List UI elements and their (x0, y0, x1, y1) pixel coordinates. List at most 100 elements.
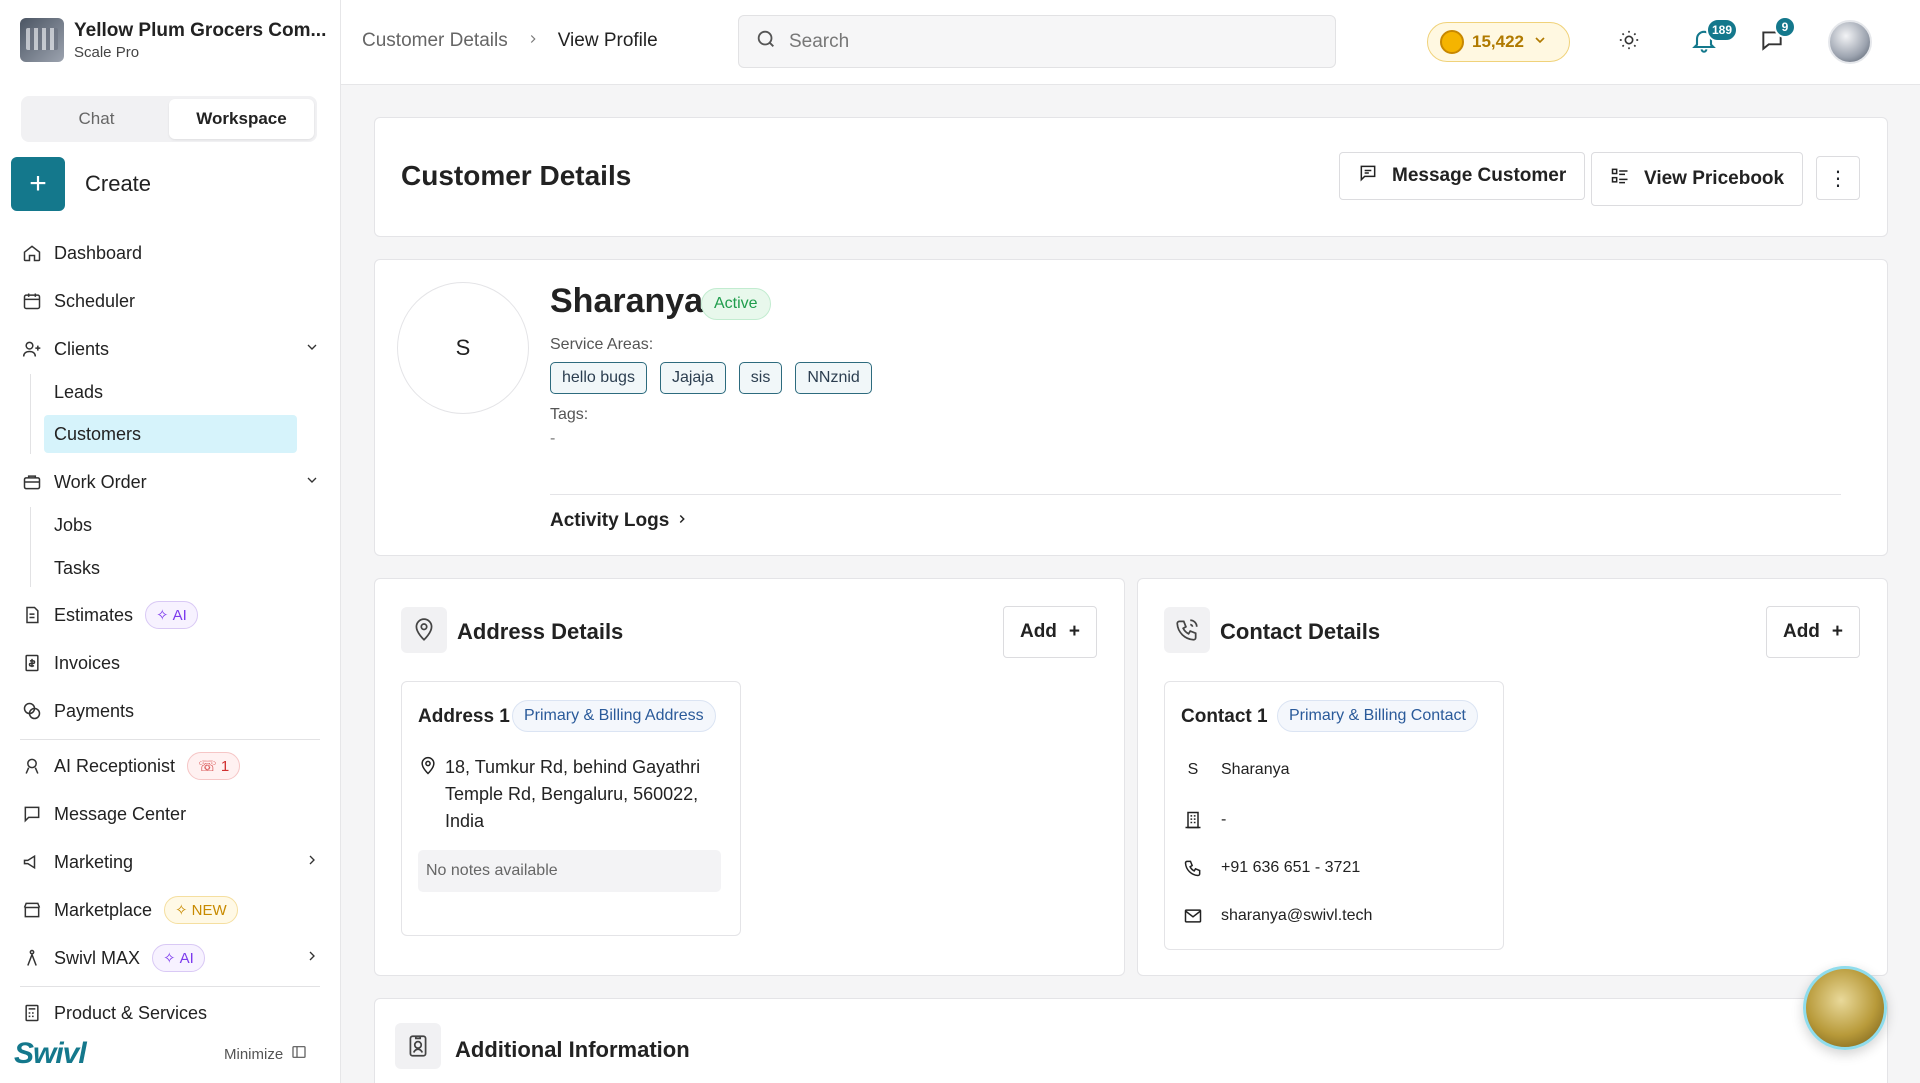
add-label: Add (1782, 621, 1820, 642)
mail-icon (1181, 904, 1205, 928)
contact-type-badge: Primary & Billing Contact (1277, 700, 1478, 732)
contact-phone-row: +91 636 651 - 3721 (1181, 856, 1360, 880)
message-customer-button[interactable]: Message Customer (1339, 152, 1586, 200)
sidebar-item-label: Scheduler (54, 290, 136, 311)
more-options-button[interactable]: ⋮ (1816, 156, 1860, 200)
add-address-button[interactable]: Add + (1003, 606, 1097, 658)
org-logo (20, 18, 64, 62)
nav-tree-line (30, 507, 31, 587)
sidebar-item-marketing[interactable]: Marketing (20, 844, 320, 880)
chevron-right-icon (526, 30, 540, 52)
org-switcher[interactable]: Yellow Plum Grocers Com... Scale Pro (20, 18, 326, 62)
tab-workspace[interactable]: Workspace (169, 99, 314, 139)
chevron-down-icon (304, 339, 320, 360)
breadcrumb-parent[interactable]: Customer Details (362, 30, 508, 52)
notifications-button[interactable]: 189 (1686, 18, 1738, 60)
divider (550, 494, 1841, 495)
sun-icon (1618, 29, 1640, 56)
document-icon (20, 603, 44, 627)
sidebar-item-estimates[interactable]: Estimates ✧ AI (20, 597, 320, 633)
user-avatar[interactable] (1828, 20, 1872, 64)
add-label: Add (1019, 621, 1057, 642)
service-area-chip: hello bugs (550, 362, 647, 394)
contact-details-title: Contact Details (1220, 619, 1381, 644)
chevron-right-icon (304, 948, 320, 969)
coins-value: 15,422 (1472, 32, 1524, 51)
briefcase-icon (20, 470, 44, 494)
contact-initial: S (1187, 761, 1199, 778)
page-header-card: Customer Details Message Customer View P… (374, 117, 1888, 237)
sidebar-item-swivl-max[interactable]: Swivl MAX ✧ AI (20, 940, 320, 976)
contact-email-row: sharanya@swivl.tech (1181, 904, 1372, 928)
assistant-fab[interactable] (1803, 966, 1887, 1050)
sidebar-item-scheduler[interactable]: Scheduler (20, 283, 320, 319)
sidebar-item-jobs[interactable]: Jobs (44, 506, 297, 544)
theme-toggle[interactable] (1611, 24, 1647, 60)
sidebar-item-customers[interactable]: Customers (44, 415, 297, 453)
sidebar-item-label: Marketplace (54, 899, 153, 920)
messages-button[interactable]: 9 (1754, 16, 1796, 60)
new-badge: ✧ NEW (164, 896, 238, 924)
org-plan: Scale Pro (74, 43, 140, 61)
phone-missed-icon: ☏ (198, 758, 217, 775)
coins-balance[interactable]: 15,422 (1427, 22, 1570, 62)
service-area-chip: NNznid (795, 362, 872, 394)
address-item-title: Address 1 (418, 706, 510, 727)
tab-chat[interactable]: Chat (24, 99, 169, 139)
sidebar-item-clients[interactable]: Clients (20, 331, 320, 367)
customer-avatar: S (397, 282, 529, 414)
ai-badge: ✧ AI (145, 601, 198, 629)
contact-phone[interactable]: +91 636 651 - 3721 (1221, 859, 1360, 877)
sidebar-item-label: Clients (54, 338, 110, 359)
store-icon (20, 898, 44, 922)
sidebar-item-dashboard[interactable]: Dashboard (20, 235, 320, 271)
receptionist-icon (20, 754, 44, 778)
search-input[interactable] (789, 30, 1309, 53)
sidebar-item-products[interactable]: Product & Services (20, 995, 320, 1031)
contact-email[interactable]: sharanya@swivl.tech (1221, 907, 1372, 925)
sidebar-item-work-order[interactable]: Work Order (20, 464, 320, 500)
contact-name: Sharanya (1221, 761, 1290, 778)
id-badge-icon (395, 1023, 441, 1069)
sidebar-item-label: Estimates (54, 604, 134, 625)
sidebar-item-label: Message Center (54, 803, 187, 824)
service-area-chip: sis (738, 362, 783, 394)
chevron-right-icon (675, 510, 689, 532)
create-label: Create (85, 171, 152, 196)
address-text: 18, Tumkur Rd, behind Gayathri Temple Rd… (445, 757, 701, 831)
add-contact-button[interactable]: Add + (1766, 606, 1860, 658)
map-pin-icon (401, 607, 447, 653)
chevron-right-icon (304, 852, 320, 873)
status-badge: Active (701, 288, 771, 320)
activity-logs-link[interactable]: Activity Logs (550, 510, 689, 532)
sidebar: Yellow Plum Grocers Com... Scale Pro Cha… (0, 0, 341, 1083)
sidebar-item-payments[interactable]: Payments (20, 693, 320, 729)
notification-count: 189 (1706, 18, 1738, 42)
contact-item: Contact 1 Primary & Billing Contact S Sh… (1164, 681, 1504, 950)
breadcrumb-current: View Profile (557, 30, 658, 51)
sidebar-item-ai-receptionist[interactable]: AI Receptionist ☏ 1 (20, 748, 320, 784)
invoice-icon (20, 651, 44, 675)
sidebar-item-leads[interactable]: Leads (44, 373, 297, 411)
org-name: Yellow Plum Grocers Com... (74, 19, 327, 41)
sidebar-item-invoices[interactable]: Invoices (20, 645, 320, 681)
sidebar-item-label: Payments (54, 700, 135, 721)
sidebar-item-message-center[interactable]: Message Center (20, 796, 320, 832)
sidebar-item-tasks[interactable]: Tasks (44, 549, 297, 587)
view-pricebook-label: View Pricebook (1644, 168, 1785, 189)
view-pricebook-button[interactable]: View Pricebook (1591, 152, 1804, 206)
plus-icon: + (11, 157, 65, 211)
sidebar-item-marketplace[interactable]: Marketplace ✧ NEW (20, 892, 320, 928)
sparkle-icon: ✧ (163, 950, 176, 967)
building-icon (1181, 808, 1205, 832)
message-customer-label: Message Customer (1392, 165, 1567, 186)
minimize-button[interactable]: Minimize (224, 1044, 307, 1064)
sidebar-collapse-icon (291, 1044, 307, 1064)
badge-label: NEW (191, 901, 227, 919)
create-button[interactable]: + Create (11, 157, 151, 211)
search-icon (755, 28, 777, 55)
contact-name-row: S Sharanya (1181, 758, 1290, 782)
home-icon (20, 241, 44, 265)
coin-icon (1440, 30, 1464, 54)
kebab-icon: ⋮ (1828, 167, 1848, 190)
